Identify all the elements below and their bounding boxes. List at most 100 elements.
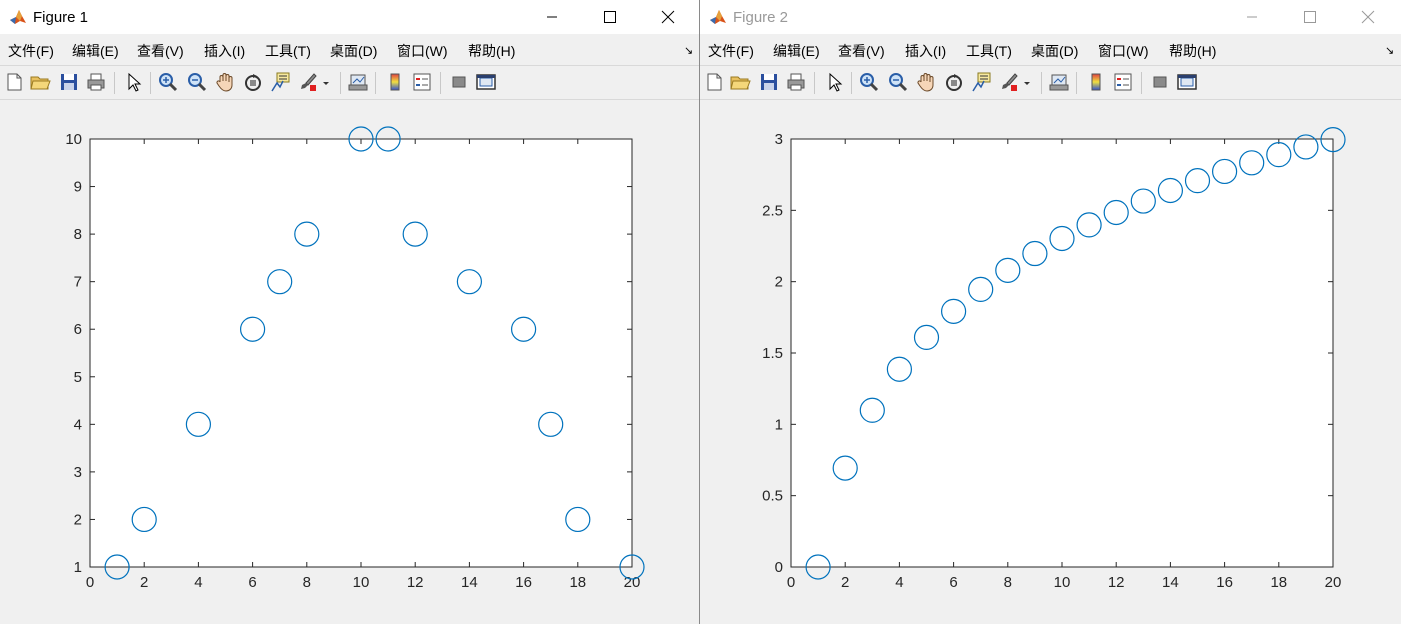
toolbar-separator (375, 72, 376, 94)
minimize-button[interactable] (529, 0, 575, 34)
y-tick-label: 7 (74, 274, 82, 291)
select-arrow-icon[interactable] (823, 71, 845, 93)
rotate-3d-icon[interactable] (943, 71, 965, 93)
y-tick-label: 10 (65, 131, 82, 148)
dock-arrow-icon[interactable]: ↘ (684, 44, 693, 57)
maximize-button[interactable] (1287, 0, 1333, 34)
menu-tools[interactable]: 工具(T) (265, 41, 311, 61)
show-plot-tools-icon[interactable] (1176, 71, 1198, 93)
figure-2-axes: 0 2 4 6 8 10 12 14 16 18 20 0 0.5 1 1.5 2 2.5 3 (762, 127, 1346, 591)
new-figure-icon[interactable] (3, 71, 25, 93)
close-icon (1361, 10, 1375, 24)
minimize-button[interactable] (1229, 0, 1275, 34)
x-tick-label: 10 (1054, 574, 1071, 591)
y-tick-label: 0.5 (762, 488, 783, 505)
menu-desktop[interactable]: 桌面(D) (330, 41, 377, 61)
toolbar (0, 65, 699, 100)
y-tick-label: 8 (74, 226, 82, 243)
print-icon[interactable] (785, 71, 807, 93)
y-tick-label: 4 (74, 416, 82, 433)
x-tick-label: 4 (895, 574, 903, 591)
zoom-out-icon[interactable] (186, 71, 208, 93)
legend-icon[interactable] (1112, 71, 1134, 93)
menu-tools[interactable]: 工具(T) (966, 41, 1012, 61)
hide-plot-tools-icon[interactable] (448, 71, 470, 93)
x-tick-label: 4 (194, 574, 202, 591)
x-tick-label: 12 (1108, 574, 1125, 591)
data-cursor-icon[interactable] (269, 71, 291, 93)
window-title: Figure 1 (33, 9, 89, 26)
x-tick-label: 20 (1325, 574, 1342, 591)
toolbar-separator (150, 72, 151, 94)
menu-file[interactable]: 文件(F) (708, 41, 754, 61)
hide-plot-tools-icon[interactable] (1149, 71, 1171, 93)
minimize-icon (1247, 16, 1257, 18)
y-tick-label: 0 (775, 559, 783, 576)
new-figure-icon[interactable] (703, 71, 725, 93)
x-tick-label: 16 (1216, 574, 1233, 591)
menu-window[interactable]: 窗口(W) (397, 41, 448, 61)
menu-desktop[interactable]: 桌面(D) (1031, 41, 1078, 61)
menu-file[interactable]: 文件(F) (8, 41, 54, 61)
x-tick-label: 16 (515, 574, 532, 591)
menu-view[interactable]: 查看(V) (137, 41, 184, 61)
menu-bar: 文件(F) 编辑(E) 查看(V) 插入(I) 工具(T) 桌面(D) 窗口(W… (0, 38, 699, 62)
menu-help[interactable]: 帮助(H) (468, 41, 515, 61)
x-tick-label: 12 (407, 574, 424, 591)
x-tick-label: 18 (1270, 574, 1287, 591)
rotate-3d-icon[interactable] (242, 71, 264, 93)
open-file-icon[interactable] (29, 71, 51, 93)
minimize-icon (547, 16, 557, 18)
menu-view[interactable]: 查看(V) (838, 41, 885, 61)
colorbar-icon[interactable] (1085, 71, 1107, 93)
zoom-in-icon[interactable] (858, 71, 880, 93)
matlab-logo-icon (10, 10, 26, 24)
menu-edit[interactable]: 编辑(E) (72, 41, 119, 61)
pan-hand-icon[interactable] (214, 71, 236, 93)
x-tick-label: 0 (787, 574, 795, 591)
title-bar[interactable]: Figure 2 (700, 0, 1401, 34)
axes-box (89, 138, 633, 568)
menu-edit[interactable]: 编辑(E) (773, 41, 820, 61)
y-tick-label: 5 (74, 369, 82, 386)
print-icon[interactable] (85, 71, 107, 93)
toolbar-separator (1041, 72, 1042, 94)
toolbar-separator (814, 72, 815, 94)
maximize-icon (604, 11, 616, 23)
save-icon[interactable] (58, 71, 80, 93)
x-tick-label: 14 (461, 574, 478, 591)
menu-insert[interactable]: 插入(I) (204, 41, 245, 61)
zoom-out-icon[interactable] (887, 71, 909, 93)
data-cursor-icon[interactable] (970, 71, 992, 93)
maximize-icon (1304, 11, 1316, 23)
open-file-icon[interactable] (729, 71, 751, 93)
x-tick-label: 2 (140, 574, 148, 591)
title-bar[interactable]: Figure 1 (0, 0, 699, 34)
pan-hand-icon[interactable] (915, 71, 937, 93)
maximize-button[interactable] (587, 0, 633, 34)
menu-insert[interactable]: 插入(I) (905, 41, 946, 61)
save-icon[interactable] (758, 71, 780, 93)
link-plot-icon[interactable] (347, 71, 369, 93)
menu-help[interactable]: 帮助(H) (1169, 41, 1216, 61)
close-button[interactable] (1345, 0, 1391, 34)
close-button[interactable] (645, 0, 691, 34)
brush-icon[interactable] (998, 71, 1020, 93)
x-tick-label: 14 (1162, 574, 1179, 591)
figure-2-window: Figure 2 文件(F) 编辑(E) 查看(V) 插入(I) 工具(T) 桌… (700, 0, 1401, 624)
select-arrow-icon[interactable] (122, 71, 144, 93)
brush-dropdown-icon[interactable] (320, 71, 332, 93)
brush-icon[interactable] (297, 71, 319, 93)
brush-dropdown-icon[interactable] (1021, 71, 1033, 93)
dock-arrow-icon[interactable]: ↘ (1385, 44, 1394, 57)
menu-window[interactable]: 窗口(W) (1098, 41, 1149, 61)
window-title: Figure 2 (733, 9, 789, 26)
zoom-in-icon[interactable] (157, 71, 179, 93)
colorbar-icon[interactable] (384, 71, 406, 93)
x-tick-label: 8 (303, 574, 311, 591)
menu-bar: 文件(F) 编辑(E) 查看(V) 插入(I) 工具(T) 桌面(D) 窗口(W… (700, 38, 1401, 62)
legend-icon[interactable] (411, 71, 433, 93)
show-plot-tools-icon[interactable] (475, 71, 497, 93)
x-tick-label: 0 (86, 574, 94, 591)
link-plot-icon[interactable] (1048, 71, 1070, 93)
